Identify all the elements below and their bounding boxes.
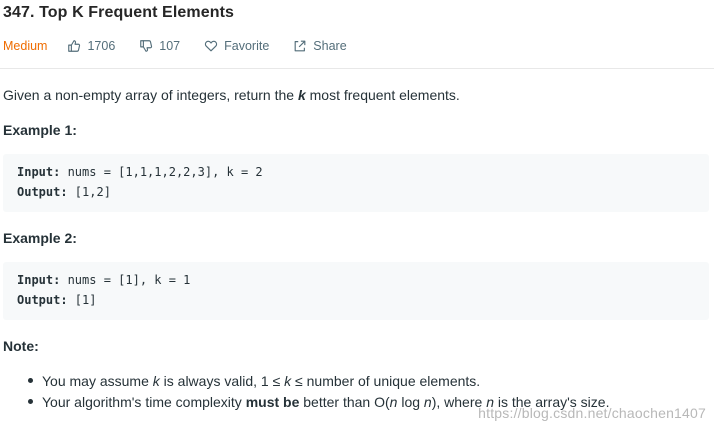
example-2-input: Input: nums = [1], k = 1: [17, 273, 191, 287]
dislike-button[interactable]: 107: [139, 39, 180, 53]
header-divider: [0, 68, 714, 69]
thumbs-down-icon: [139, 39, 153, 53]
like-count: 1706: [87, 39, 116, 53]
dislike-count: 107: [159, 39, 181, 53]
share-icon: [293, 39, 307, 53]
favorite-button[interactable]: Favorite: [204, 39, 269, 53]
like-button[interactable]: 1706: [67, 39, 115, 53]
example-1-heading: Example 1:: [3, 122, 77, 138]
share-label: Share: [313, 39, 347, 53]
problem-description: Given a non-empty array of integers, ret…: [3, 87, 460, 103]
example-2-heading: Example 2:: [3, 230, 77, 246]
example-2-code-block: Input: nums = [1], k = 1 Output: [1]: [3, 262, 709, 320]
example-1-output: Output: [1,2]: [17, 185, 111, 199]
watermark: https://blog.csdn.net/chaochen1407: [478, 405, 706, 421]
problem-title: 347. Top K Frequent Elements: [3, 4, 234, 21]
example-2-output: Output: [1]: [17, 293, 97, 307]
problem-meta: Medium 1706 107 Favorite Share: [3, 37, 371, 55]
note-heading: Note:: [3, 338, 39, 354]
difficulty-badge: Medium: [3, 39, 48, 53]
heart-icon: [204, 39, 218, 53]
example-1-code-block: Input: nums = [1,1,1,2,2,3], k = 2 Outpu…: [3, 154, 709, 212]
note-item: You may assume k is always valid, 1 ≤ k …: [28, 372, 609, 393]
thumbs-up-icon: [67, 39, 81, 53]
example-1-input: Input: nums = [1,1,1,2,2,3], k = 2: [17, 165, 263, 179]
k-emphasis: k: [297, 87, 306, 103]
favorite-label: Favorite: [224, 39, 270, 53]
share-button[interactable]: Share: [293, 39, 347, 53]
